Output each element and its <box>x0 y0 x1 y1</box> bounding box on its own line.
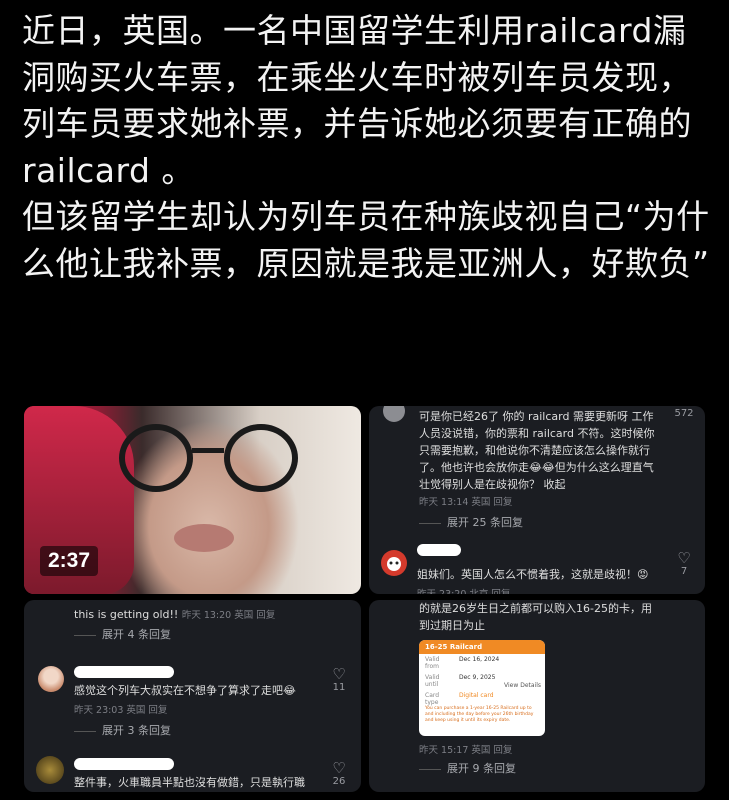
avatar <box>383 406 405 422</box>
comment-text: 姐妹们。英国人怎么不惯着我，这就是歧视！😡 <box>417 568 649 581</box>
post-paragraph-1: 近日，英国。一名中国留学生利用railcard漏洞购买火车票，在乘坐火车时被列车… <box>22 11 692 190</box>
valid-from-value: Dec 16, 2024 <box>459 656 500 663</box>
avatar <box>381 550 407 576</box>
comment-screenshot-3[interactable]: 的就是26岁生日之前都可以购入16-25的卡，用到过期日为止 16-25 Rai… <box>369 600 705 792</box>
glasses-left-lens <box>119 424 193 492</box>
comment-text: 感觉这个列车大叔实在不想争了算求了走吧😂 <box>74 684 296 697</box>
like-button[interactable]: ♡ 7 <box>671 550 697 577</box>
username-redacted <box>74 758 174 770</box>
username-redacted <box>417 544 461 556</box>
comment-text: 整件事，火車職員半點也沒有做錯，只是執行職 <box>74 776 305 789</box>
railcard-note: You can purchase a 1-year 16-25 Railcard… <box>425 706 534 723</box>
heart-icon: ♡ <box>677 549 691 567</box>
video-mouth-shape <box>174 524 234 552</box>
comment-screenshot-2[interactable]: this is getting old!! 昨天 13:20 英国 回复 展开 … <box>24 600 361 792</box>
comment-meta: 昨天 15:17 英国 回复 <box>419 745 513 756</box>
expand-replies-link[interactable]: 展开 3 条回复 <box>74 722 171 738</box>
comment-meta: 昨天 23:03 英国 回复 <box>74 705 168 716</box>
avatar <box>38 666 64 692</box>
like-count: 572 <box>674 408 694 419</box>
valid-from-label: Valid from <box>425 656 440 670</box>
railcard-screenshot: 16-25 Railcard Valid from Dec 16, 2024 Va… <box>419 640 545 736</box>
card-type-label: Card type <box>425 692 440 706</box>
avatar <box>36 756 64 784</box>
video-duration-badge: 2:37 <box>40 546 99 576</box>
heart-icon: ♡ <box>332 665 346 683</box>
post-paragraph-2: 但该留学生却认为列车员在种族歧视自己“为什么他让我补票，原因就是我是亚洲人，好欺… <box>22 197 710 283</box>
heart-icon: ♡ <box>332 759 346 777</box>
comment-screenshot-1[interactable]: 可是你已经26了 你的 railcard 需要更新呀 工作人员没说错，你的票和 … <box>369 406 705 594</box>
comment-text: 的就是26岁生日之前都可以购入16-25的卡，用到过期日为止 <box>419 602 652 632</box>
card-type-value: Digital card <box>459 692 494 699</box>
glasses-bridge <box>192 448 224 453</box>
video-thumbnail[interactable]: 2:37 <box>24 406 361 594</box>
comment-meta: 昨天 13:14 英国 回复 <box>419 497 513 508</box>
railcard-title: 16-25 Railcard <box>419 640 545 654</box>
expand-replies-link[interactable]: 展开 9 条回复 <box>419 760 516 776</box>
view-details-link: View Details <box>504 682 541 689</box>
username-redacted <box>74 666 174 678</box>
like-button[interactable]: ♡ 11 <box>326 666 352 693</box>
valid-until-value: Dec 9, 2025 <box>459 674 496 681</box>
expand-replies-link[interactable]: 展开 4 条回复 <box>74 626 171 642</box>
post-text: 近日，英国。一名中国留学生利用railcard漏洞购买火车票，在乘坐火车时被列车… <box>22 8 712 288</box>
expand-replies-link[interactable]: 展开 25 条回复 <box>419 514 523 530</box>
comment-meta: 昨天 23:20 北京 回复 <box>417 586 510 594</box>
like-button[interactable]: ♡ 26 <box>326 760 352 787</box>
glasses-right-lens <box>224 424 298 492</box>
comment-text: this is getting old!! 昨天 13:20 英国 回复 <box>74 608 276 621</box>
valid-until-label: Valid until <box>425 674 440 688</box>
comment-meta: 昨天 13:20 英国 回复 <box>181 610 276 621</box>
comment-text: 可是你已经26了 你的 railcard 需要更新呀 工作人员没说错，你的票和 … <box>419 410 655 491</box>
